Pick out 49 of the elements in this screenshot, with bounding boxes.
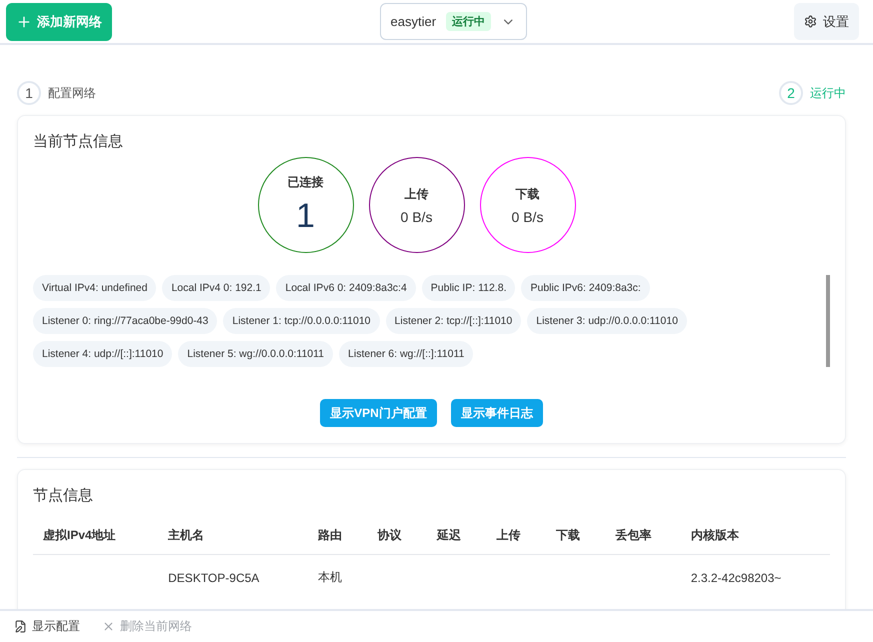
column-header: 丢包率	[605, 517, 681, 554]
step-number: 1	[17, 81, 41, 105]
show-config-button[interactable]: 显示配置	[14, 618, 80, 635]
edit-file-icon	[14, 620, 27, 633]
info-chip: Listener 6: wg://[::]:11011	[339, 341, 474, 367]
info-chip: Listener 2: tcp://[::]:11010	[386, 308, 522, 334]
stat-label: 已连接	[288, 174, 324, 191]
info-chip: Listener 3: udp://0.0.0.0:11010	[527, 308, 687, 334]
column-header: 内核版本	[680, 517, 830, 554]
table-cell: 本机	[308, 554, 368, 600]
add-network-button[interactable]: 添加新网络	[6, 2, 112, 40]
info-chip: Listener 4: udp://[::]:11010	[33, 341, 172, 367]
info-chip: Local IPv6 0: 2409:8a3c:4	[276, 275, 416, 301]
table-cell: DESKTOP-9C5A	[158, 554, 308, 600]
stat-value: 1	[296, 197, 315, 236]
column-header: 延迟	[427, 517, 486, 554]
column-header: 虚拟IPv4地址	[33, 517, 158, 554]
stat-value: 0 B/s	[400, 208, 432, 224]
show-button[interactable]: 显示VPN门户配置	[320, 399, 437, 427]
info-chip: Listener 5: wg://0.0.0.0:11011	[178, 341, 334, 367]
info-chip: Local IPv4 0: 192.1	[162, 275, 270, 301]
info-chip: Public IPv6: 2409:8a3c:	[521, 275, 650, 301]
column-header: 上传	[486, 517, 546, 554]
card-title: 节点信息	[33, 486, 94, 505]
info-chip: Listener 0: ring://77aca0be-99d0-43	[33, 308, 218, 334]
scrollbar[interactable]	[826, 275, 830, 367]
settings-icon	[804, 15, 817, 28]
column-header: 主机名	[158, 517, 308, 554]
step-label: 运行中	[810, 84, 846, 102]
info-chip: Virtual IPv4: undefined	[33, 275, 156, 301]
column-header: 协议	[368, 517, 428, 554]
status-tag: 运行中	[446, 12, 492, 31]
network-name: easytier	[390, 14, 436, 29]
table-cell: 2.3.2-42c98203~	[680, 554, 830, 600]
network-select[interactable]: easytier 运行中	[380, 3, 526, 40]
close-icon	[102, 620, 115, 633]
plus-icon	[16, 14, 32, 30]
info-chip: Public IP: 112.8.	[422, 275, 516, 301]
step-number: 2	[779, 81, 803, 105]
column-header: 路由	[308, 517, 368, 554]
settings-button[interactable]: 设置	[794, 3, 859, 40]
card-title: 当前节点信息	[33, 132, 124, 151]
stat-label: 上传	[404, 186, 428, 202]
info-chip: Listener 1: tcp://0.0.0.0:11010	[223, 308, 380, 334]
stat-value: 0 B/s	[512, 208, 544, 224]
show-button[interactable]: 显示事件日志	[450, 399, 543, 427]
stat-label: 下载	[516, 186, 540, 202]
column-header: 下载	[546, 517, 606, 554]
step-label: 配置网络	[48, 84, 96, 102]
